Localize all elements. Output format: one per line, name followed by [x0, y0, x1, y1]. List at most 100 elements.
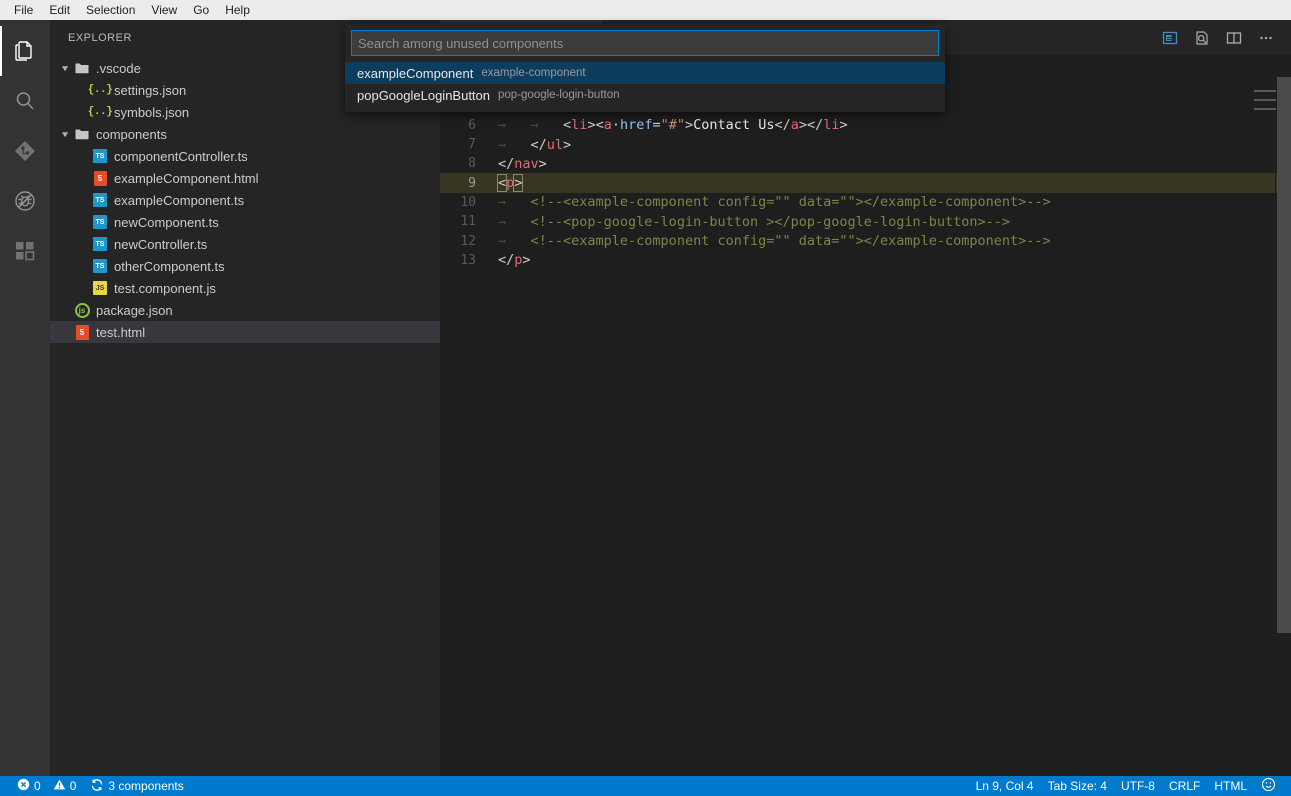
encoding-label: UTF-8 [1120, 779, 1155, 793]
ellipsis-icon[interactable] [1253, 20, 1279, 55]
status-problems[interactable]: 0 0 [10, 776, 83, 796]
warning-count: 0 [69, 779, 77, 793]
menu-item-view[interactable]: View [143, 0, 185, 20]
code-token: >< [587, 117, 604, 134]
scrollbar-slider[interactable] [1277, 77, 1291, 633]
status-feedback[interactable] [1254, 776, 1283, 796]
editor-actions [1157, 20, 1291, 55]
editor-vertical-scrollbar[interactable] [1276, 77, 1291, 776]
tree-item-label: newController.ts [114, 236, 208, 252]
tree-item-label: exampleComponent.html [114, 170, 259, 186]
code-token: · [611, 117, 620, 134]
tree-item-label: test.component.js [114, 280, 216, 296]
menu-item-file[interactable]: File [6, 0, 41, 20]
code-line-content: → </ul> [498, 137, 571, 153]
source-control-icon [13, 139, 37, 163]
code-line[interactable]: 11 → <!--<pop-google-login-button ></pop-… [440, 212, 1291, 231]
code-token: > [538, 155, 547, 172]
tree-file[interactable]: js package.json [50, 299, 440, 321]
code-line[interactable]: 13 </p> [440, 251, 1291, 270]
minimap-line [1254, 99, 1276, 101]
code-token: ></ [798, 117, 824, 134]
line-number: 10 [460, 194, 476, 210]
menu-item-help[interactable]: Help [217, 0, 258, 20]
code-token: li [571, 117, 588, 134]
line-number: 13 [460, 252, 476, 268]
code-token: ul [546, 136, 564, 153]
code-line[interactable]: 6 → → <li><a·href="#">Contact Us</a></li> [440, 116, 1291, 135]
code-token: href [619, 117, 653, 134]
status-cursor-position[interactable]: Ln 9, Col 4 [969, 776, 1041, 796]
code-editor[interactable]: 4→ → <li><a·href="#">About</a></li>5→ → … [440, 77, 1291, 776]
smiley-icon [1261, 777, 1276, 795]
status-language-mode[interactable]: HTML [1207, 776, 1254, 796]
tree-file[interactable]: TS componentController.ts [50, 145, 440, 167]
tree-item-label: componentController.ts [114, 148, 248, 164]
tree-file[interactable]: 5 exampleComponent.html [50, 167, 440, 189]
quick-pick-input[interactable] [351, 30, 939, 56]
typescript-icon: TS [90, 259, 110, 273]
split-editor-icon[interactable] [1221, 20, 1247, 55]
code-line-content: </p> [498, 252, 531, 268]
status-tab-size[interactable]: Tab Size: 4 [1041, 776, 1114, 796]
tree-file[interactable]: TS exampleComponent.ts [50, 189, 440, 211]
tree-folder[interactable]: components [50, 123, 440, 145]
code-token: <!--<example-component config="" data=""… [530, 233, 1051, 250]
activity-item-source-control[interactable] [0, 126, 50, 176]
status-eol[interactable]: CRLF [1162, 776, 1207, 796]
line-number: 11 [460, 214, 476, 230]
error-count: 0 [34, 779, 41, 793]
folder-icon [72, 126, 92, 142]
menu-bar: File Edit Selection View Go Help [0, 0, 1291, 20]
tree-item-label: package.json [96, 302, 173, 318]
search-icon [13, 89, 37, 113]
folder-icon [72, 60, 92, 76]
activity-item-extensions[interactable] [0, 226, 50, 276]
chevron-down-icon [58, 64, 72, 73]
tree-item-label: newComponent.ts [114, 214, 219, 230]
minimap-line [1254, 108, 1276, 110]
activity-item-run-debug[interactable] [0, 176, 50, 226]
tab-whitespace-indicator: → [498, 233, 531, 250]
quick-pick-list: exampleComponent example-component popGoog… [345, 62, 945, 112]
search-preview-icon[interactable] [1189, 20, 1215, 55]
html-icon: 5 [90, 170, 110, 186]
eol-label: CRLF [1168, 779, 1201, 793]
tree-file[interactable]: TS newController.ts [50, 233, 440, 255]
code-line[interactable]: 7 → </ul> [440, 135, 1291, 154]
code-token: <!--<example-component config="" data=""… [530, 194, 1051, 211]
sync-icon [90, 778, 104, 795]
open-preview-icon[interactable] [1157, 20, 1183, 55]
activity-item-search[interactable] [0, 76, 50, 126]
line-number: 9 [468, 175, 476, 191]
tree-file[interactable]: JS test.component.js [50, 277, 440, 299]
tree-item-label: .vscode [96, 60, 141, 76]
menu-item-edit[interactable]: Edit [41, 0, 78, 20]
line-number: 6 [468, 117, 476, 133]
tree-file[interactable]: TS newComponent.ts [50, 211, 440, 233]
vscode-window: File Edit Selection View Go Help EXPLORE… [0, 0, 1291, 796]
editor-group: componentController.ts [440, 20, 1291, 776]
status-components[interactable]: 3 components [83, 776, 190, 796]
menu-item-go[interactable]: Go [185, 0, 217, 20]
activity-item-explorer[interactable] [0, 26, 50, 76]
code-token: > [522, 252, 531, 269]
quick-pick-item-label: exampleComponent [357, 65, 474, 81]
code-token: "#" [660, 117, 686, 134]
code-line[interactable]: 10 → <!--<example-component config="" dat… [440, 193, 1291, 212]
npm-icon: js [72, 302, 92, 318]
quick-pick-item[interactable]: popGoogleLoginButton pop-google-login-but… [345, 84, 945, 106]
code-line[interactable]: 8 </nav> [440, 154, 1291, 173]
quick-pick-item[interactable]: exampleComponent example-component [345, 62, 945, 84]
quick-pick-widget: exampleComponent example-component popGoog… [345, 24, 945, 112]
tab-whitespace-indicator: → [498, 136, 531, 153]
status-encoding[interactable]: UTF-8 [1114, 776, 1162, 796]
menu-item-selection[interactable]: Selection [78, 0, 143, 20]
tree-item-label: test.html [96, 324, 146, 340]
warning-icon [53, 778, 66, 794]
tree-file[interactable]: 5 test.html [50, 321, 440, 343]
code-token: nav [514, 155, 539, 172]
tree-file[interactable]: TS otherComponent.ts [50, 255, 440, 277]
code-line[interactable]: 9 <p> [440, 173, 1291, 193]
code-line[interactable]: 12 → <!--<example-component config="" dat… [440, 231, 1291, 250]
